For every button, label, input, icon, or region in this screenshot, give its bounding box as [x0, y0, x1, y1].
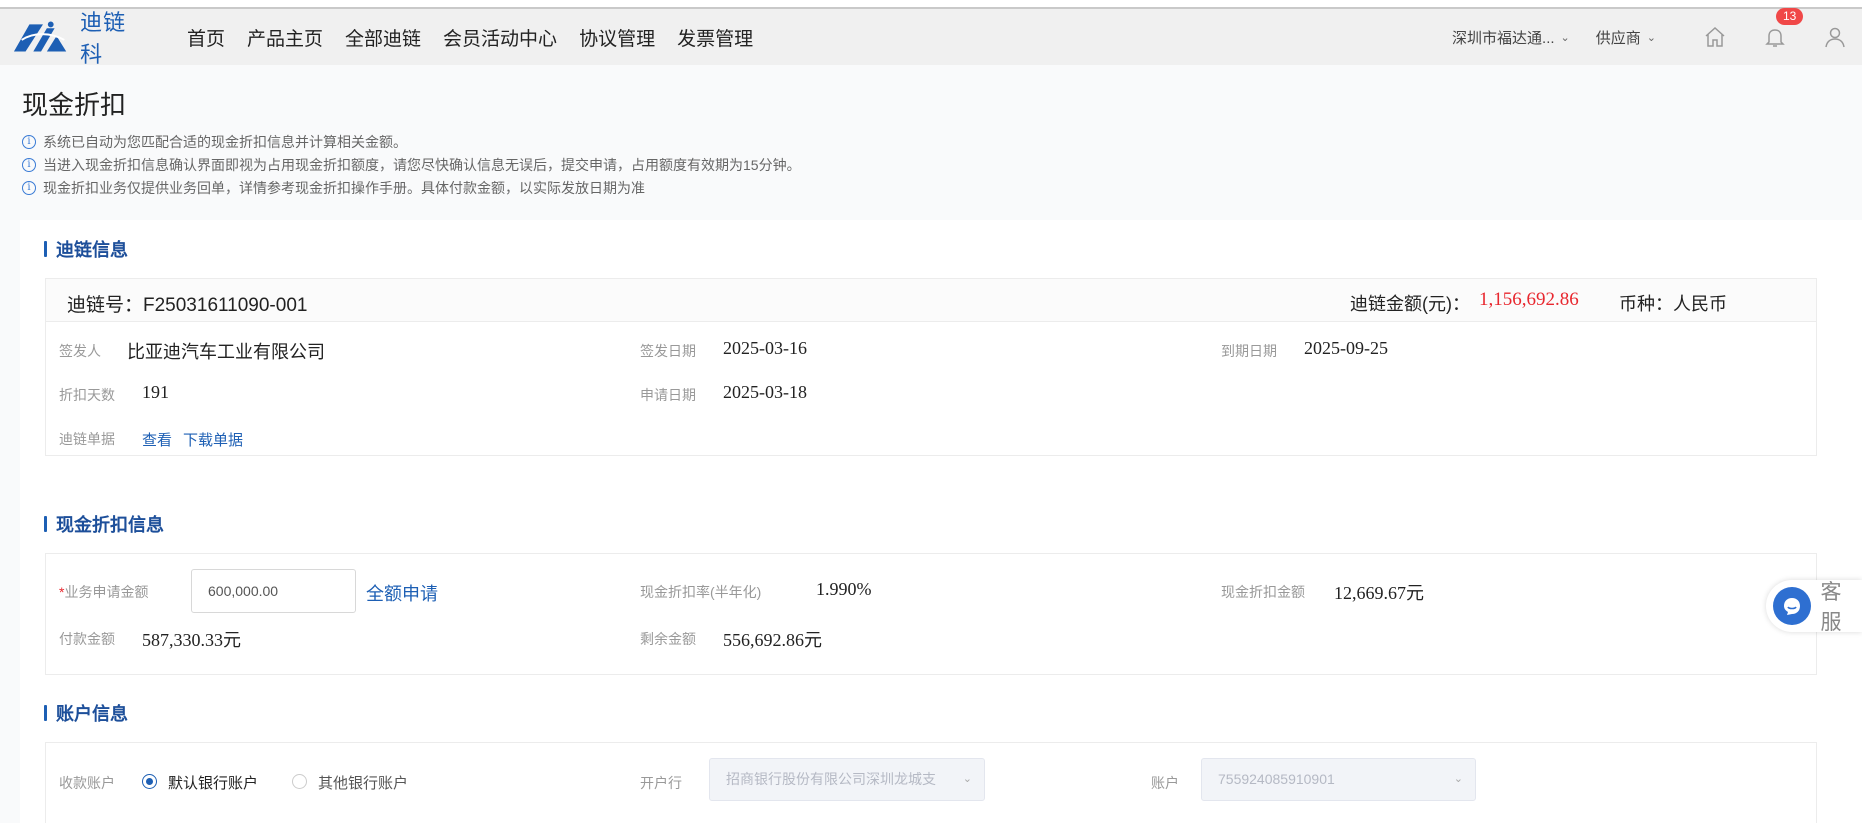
issuer-label: 签发人 [59, 343, 101, 359]
apply-date-value: 2025-03-18 [723, 382, 807, 402]
full-apply-link[interactable]: 全额申请 [366, 580, 438, 606]
page-title: 现金折扣 [22, 90, 127, 120]
payment-value: 587,330.33元 [142, 630, 241, 650]
account-select-value: 755924085910901 [1218, 771, 1335, 787]
notice-text: 现金折扣业务仅提供业务回单，详情参考现金折扣操作手册。具体付款金额，以实际发放日… [43, 179, 645, 196]
home-icon[interactable] [1702, 24, 1728, 50]
logo[interactable]: 迪链科 [12, 10, 147, 67]
chain-amount: 1,156,692.86 [1479, 289, 1579, 310]
nav-agreements[interactable]: 协议管理 [579, 24, 655, 51]
info-icon: i [22, 134, 36, 149]
notice-text: 当进入现金折扣信息确认界面即视为占用现金折扣额度，请您尽快确认信息无误后，提交申… [43, 156, 801, 173]
customer-service-label: 客服 [1820, 581, 1842, 634]
due-date-label: 到期日期 [1221, 343, 1277, 359]
chain-info-card: 迪链号：F25031611090-001 迪链金额(元)： 1,156,692.… [45, 278, 1817, 456]
chat-bubble-icon [1773, 587, 1811, 625]
info-icon: i [22, 157, 36, 172]
nav-all-chains[interactable]: 全部迪链 [345, 24, 421, 51]
issue-date-value: 2025-03-16 [723, 338, 807, 358]
notice-list: i 系统已自动为您匹配合适的现金折扣信息并计算相关金额。 i 当进入现金折扣信息… [22, 130, 801, 199]
remaining-value: 556,692.86元 [723, 630, 822, 650]
bell-icon[interactable]: 13 [1762, 8, 1804, 50]
logo-icon [13, 21, 67, 52]
company-dropdown[interactable]: 深圳市福达通... ⌄ [1452, 27, 1570, 48]
chain-number: 迪链号：F25031611090-001 [67, 295, 308, 316]
discount-days-value: 191 [142, 382, 169, 402]
notification-badge: 13 [1776, 8, 1804, 25]
view-document-link[interactable]: 查看 [142, 429, 172, 450]
chevron-down-icon: ⌄ [1560, 31, 1570, 44]
main-nav: 首页 产品主页 全部迪链 会员活动中心 协议管理 发票管理 [187, 9, 753, 65]
top-border [0, 0, 1862, 9]
info-icon: i [22, 180, 36, 195]
notice-item: i 现金折扣业务仅提供业务回单，详情参考现金折扣操作手册。具体付款金额，以实际发… [22, 176, 801, 199]
account-select[interactable]: 755924085910901 ⌄ [1201, 758, 1476, 801]
top-header: 迪链科 首页 产品主页 全部迪链 会员活动中心 协议管理 发票管理 深圳市福达通… [0, 8, 1862, 67]
section-title-account: 账户信息 [44, 700, 128, 726]
notice-item: i 当进入现金折扣信息确认界面即视为占用现金折扣额度，请您尽快确认信息无误后，提… [22, 153, 801, 176]
rate-label: 现金折扣率(半年化) [640, 584, 762, 600]
chevron-down-icon: ⌄ [1453, 773, 1463, 785]
user-icon[interactable] [1822, 24, 1848, 50]
download-document-link[interactable]: 下载单据 [183, 429, 243, 450]
account-info-card: 收款账户 默认银行账户 其他银行账户 开户行 招商银行股份有限公司深圳龙城支 ⌄… [45, 742, 1817, 823]
default-account-label[interactable]: 默认银行账户 [168, 772, 258, 793]
bank-select[interactable]: 招商银行股份有限公司深圳龙城支 ⌄ [709, 758, 985, 801]
chevron-down-icon: ⌄ [962, 773, 972, 785]
company-name: 深圳市福达通... [1452, 29, 1555, 47]
issuer-value: 比亚迪汽车工业有限公司 [127, 342, 325, 362]
apply-amount-input[interactable]: 600,000.00 [191, 569, 356, 613]
header-right: 深圳市福达通... ⌄ 供应商 ⌄ 13 [1452, 8, 1862, 65]
page-body: 现金折扣 i 系统已自动为您匹配合适的现金折扣信息并计算相关金额。 i 当进入现… [0, 65, 1862, 823]
due-date-value: 2025-09-25 [1304, 338, 1388, 358]
role-dropdown[interactable]: 供应商 ⌄ [1596, 27, 1656, 48]
default-account-radio[interactable] [142, 774, 157, 789]
customer-service-widget[interactable]: 客服 [1766, 580, 1862, 634]
apply-amount-label-text: 业务申请金额 [64, 584, 149, 600]
content-panel: 迪链信息 迪链号：F25031611090-001 迪链金额(元)： 1,156… [20, 220, 1862, 823]
section-title-text: 现金折扣信息 [56, 515, 164, 535]
notice-text: 系统已自动为您匹配合适的现金折扣信息并计算相关金额。 [43, 133, 407, 150]
nav-product-home[interactable]: 产品主页 [247, 24, 323, 51]
apply-amount-label: *业务申请金额 [59, 582, 148, 602]
bank-label: 开户行 [640, 775, 682, 791]
discount-amount-value: 12,669.67元 [1334, 583, 1424, 603]
account-label: 账户 [1151, 775, 1179, 791]
issue-date-label: 签发日期 [640, 343, 696, 359]
chain-info-header: 迪链号：F25031611090-001 迪链金额(元)： 1,156,692.… [46, 279, 1816, 322]
rate-value: 1.990% [816, 579, 872, 599]
section-bar [44, 241, 47, 257]
section-title-text: 账户信息 [56, 704, 128, 724]
notice-item: i 系统已自动为您匹配合适的现金折扣信息并计算相关金额。 [22, 130, 801, 153]
other-account-radio[interactable] [292, 774, 307, 789]
nav-home[interactable]: 首页 [187, 24, 225, 51]
section-bar [44, 705, 47, 721]
currency: 币种：人民币 [1619, 294, 1727, 314]
document-label: 迪链单据 [59, 431, 115, 447]
discount-days-label: 折扣天数 [59, 387, 115, 403]
bank-select-value: 招商银行股份有限公司深圳龙城支 [726, 771, 936, 787]
section-title-chain: 迪链信息 [44, 236, 128, 262]
nav-invoices[interactable]: 发票管理 [677, 24, 753, 51]
section-title-text: 迪链信息 [56, 240, 128, 260]
discount-amount-label: 现金折扣金额 [1221, 584, 1305, 600]
other-account-label[interactable]: 其他银行账户 [318, 772, 408, 793]
role-name: 供应商 [1595, 29, 1641, 47]
payment-label: 付款金额 [59, 631, 115, 647]
receive-account-label: 收款账户 [59, 775, 115, 791]
logo-text: 迪链科 [80, 10, 127, 67]
chevron-down-icon: ⌄ [1646, 31, 1656, 44]
remaining-label: 剩余金额 [640, 631, 696, 647]
discount-info-card: *业务申请金额 600,000.00 全额申请 现金折扣率(半年化) 1.990… [45, 553, 1817, 675]
chain-amount-label: 迪链金额(元)： [1350, 294, 1470, 314]
section-bar [44, 516, 47, 532]
apply-date-label: 申请日期 [640, 387, 696, 403]
nav-member-center[interactable]: 会员活动中心 [443, 24, 557, 51]
section-title-discount: 现金折扣信息 [44, 511, 164, 537]
